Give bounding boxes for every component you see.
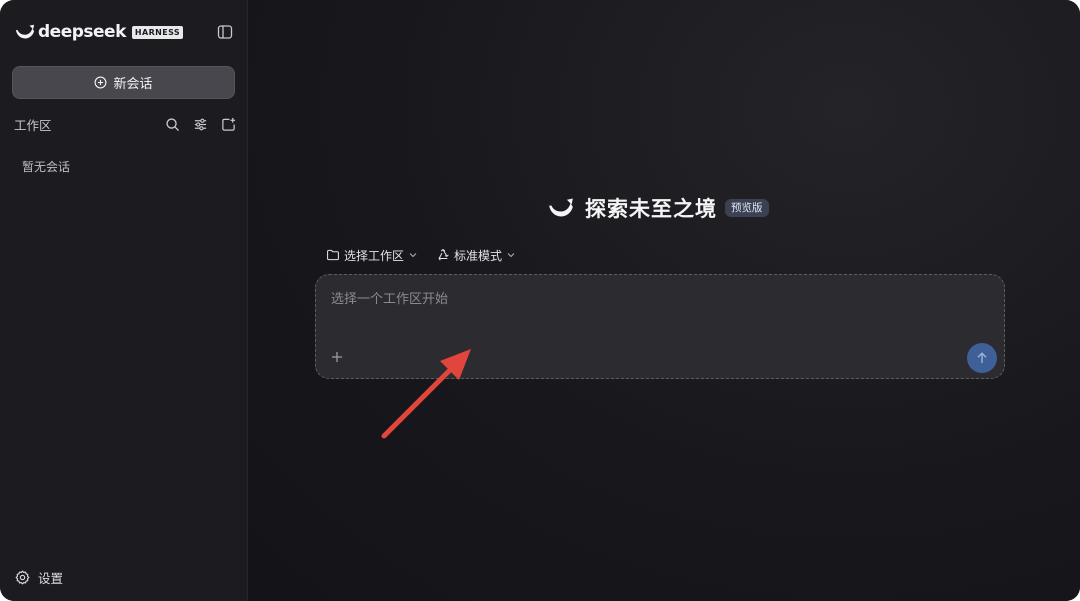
- chevron-down-icon: [409, 253, 417, 258]
- whale-logo-icon: [549, 198, 573, 217]
- gear-icon: [15, 570, 30, 585]
- plus-circle-icon: [95, 76, 107, 89]
- plus-icon[interactable]: [329, 349, 345, 365]
- workspace-selector[interactable]: 选择工作区: [326, 247, 418, 264]
- workspace-selector-label: 选择工作区: [344, 248, 405, 263]
- send-arrow-icon: [977, 352, 987, 363]
- sidebar: deepseek HARNESS 新会话 工作区 暂无会话 设置: [0, 0, 248, 601]
- brand-logo: deepseek HARNESS: [14, 22, 184, 42]
- send-button[interactable]: [967, 343, 997, 373]
- message-input[interactable]: [331, 289, 981, 309]
- workspace-title: 工作区: [14, 117, 52, 133]
- settings-label: 设置: [38, 571, 64, 586]
- chevron-down-icon: [507, 253, 515, 258]
- new-chat-button[interactable]: 新会话: [12, 66, 235, 99]
- mode-selector[interactable]: 标准模式: [436, 247, 516, 264]
- panel-toggle-icon[interactable]: [217, 24, 233, 40]
- settings-button[interactable]: 设置: [15, 568, 63, 587]
- new-chat-label: 新会话: [113, 77, 153, 92]
- app-window: deepseek HARNESS 新会话 工作区 暂无会话 设置 探索未至之境 …: [0, 0, 1080, 601]
- hero-title: 探索未至之境: [585, 197, 717, 221]
- whale-logo-icon: [15, 24, 35, 39]
- annotation-arrow: [381, 349, 471, 439]
- search-icon[interactable]: [165, 117, 180, 132]
- hero-heading: 探索未至之境 预览版: [545, 194, 769, 222]
- workspace-header: 工作区: [14, 114, 236, 134]
- filter-sliders-icon[interactable]: [193, 117, 208, 132]
- empty-sessions-text: 暂无会话: [22, 160, 71, 174]
- selector-row: 选择工作区 标准模式: [326, 246, 534, 264]
- brand-tag: HARNESS: [131, 25, 184, 39]
- folder-icon: [327, 249, 339, 261]
- mode-selector-label: 标准模式: [454, 248, 503, 263]
- brand-name: deepseek: [38, 22, 126, 42]
- preview-badge: 预览版: [725, 199, 769, 217]
- new-folder-icon[interactable]: [221, 117, 236, 132]
- recycle-icon: [438, 249, 449, 261]
